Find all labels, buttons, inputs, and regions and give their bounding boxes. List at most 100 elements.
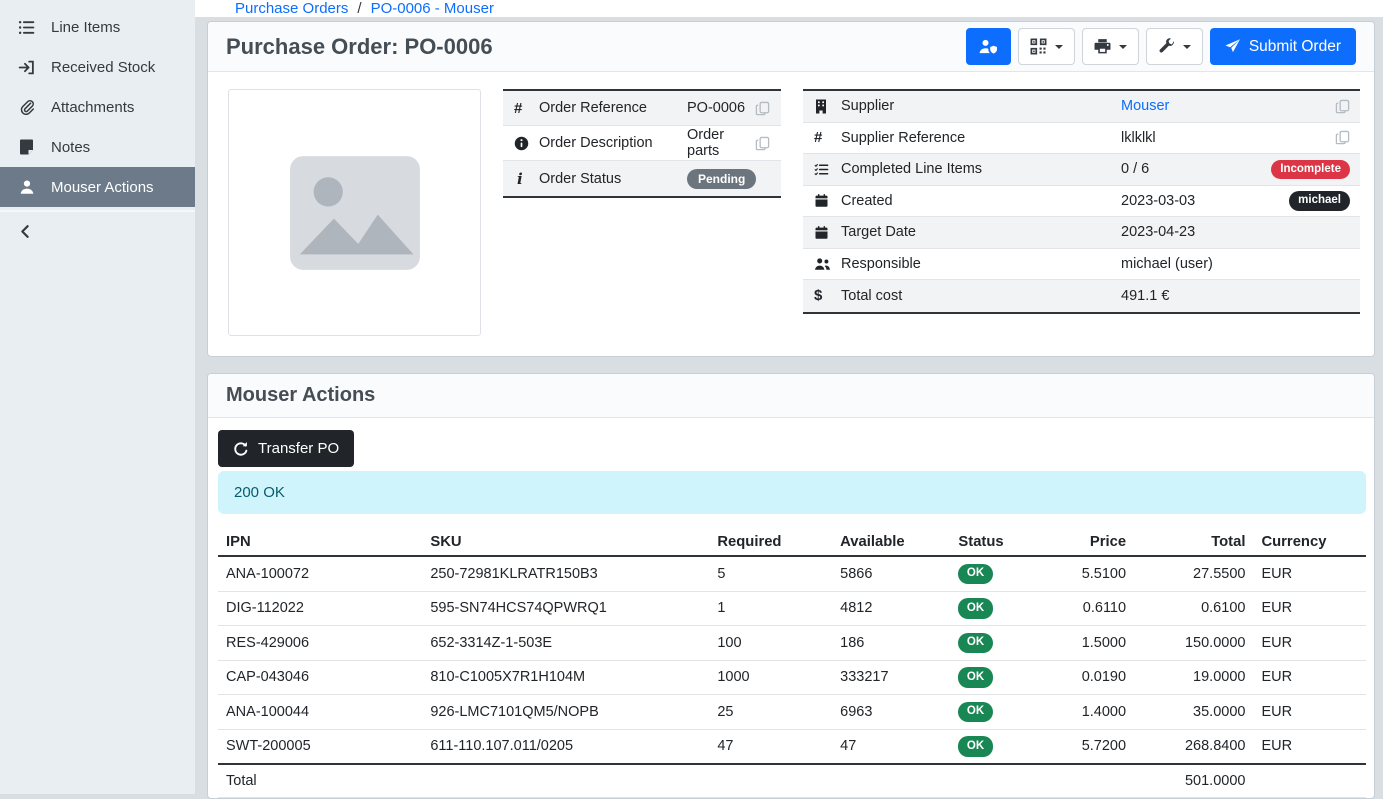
content: Purchase Order: PO-0006 — [195, 17, 1383, 799]
submit-order-button[interactable]: Submit Order — [1210, 28, 1356, 65]
cell-currency: EUR — [1253, 591, 1366, 626]
user-icon — [17, 179, 36, 195]
cell-price: 0.6110 — [1040, 591, 1134, 626]
col-currency: Currency — [1253, 529, 1366, 556]
detail-row-order-status: i Order Status Pending — [503, 161, 781, 196]
cell-required: 100 — [709, 626, 832, 661]
cell-required: 5 — [709, 556, 832, 591]
detail-value: PO-0006 — [687, 100, 755, 116]
cell-required: 1 — [709, 591, 832, 626]
detail-label: Created — [841, 193, 1121, 209]
status-alert: 200 OK — [218, 471, 1366, 514]
barcode-actions-button[interactable] — [1018, 28, 1075, 65]
mouser-actions-panel-header: Mouser Actions — [208, 374, 1374, 418]
col-status: Status — [950, 529, 1040, 556]
ok-badge: OK — [958, 667, 992, 688]
col-ipn: IPN — [218, 529, 422, 556]
detail-row-target-date: Target Date 2023-04-23 — [803, 217, 1360, 249]
cell-currency: EUR — [1253, 695, 1366, 730]
order-options-button[interactable] — [1146, 28, 1203, 65]
status-badge: Pending — [687, 169, 756, 189]
cell-sku: 926-LMC7101QM5/NOPB — [422, 695, 709, 730]
breadcrumb: Purchase Orders / PO-0006 - Mouser — [195, 0, 1383, 17]
detail-value: Mouser — [1121, 98, 1335, 114]
order-details: # Order Reference PO-0006 Order Descri — [208, 72, 1374, 356]
copy-icon[interactable] — [755, 136, 781, 151]
building-icon — [803, 99, 828, 114]
image-placeholder-icon — [286, 152, 424, 274]
copy-icon[interactable] — [1335, 99, 1360, 114]
table-row: ANA-100044 926-LMC7101QM5/NOPB 25 6963 O… — [218, 695, 1366, 730]
table-header-row: IPN SKU Required Available Status Price … — [218, 529, 1366, 556]
cell-total: 0.6100 — [1134, 591, 1253, 626]
cell-ipn: ANA-100044 — [218, 695, 422, 730]
tools-icon — [1158, 38, 1175, 55]
detail-row-total-cost: $ Total cost 491.1 € — [803, 280, 1360, 312]
info-circle-icon — [503, 136, 529, 151]
transfer-po-label: Transfer PO — [258, 440, 339, 457]
detail-label: Target Date — [841, 224, 1121, 240]
note-icon — [17, 139, 36, 155]
cell-currency: EUR — [1253, 729, 1366, 764]
mouser-actions-body: Transfer PO 200 OK IPN SKU Required — [208, 418, 1374, 798]
part-thumbnail-placeholder — [228, 89, 481, 336]
cell-required: 1000 — [709, 660, 832, 695]
detail-row-order-reference: # Order Reference PO-0006 — [503, 91, 781, 126]
detail-value: Pending — [687, 169, 756, 189]
detail-value: 491.1 € — [1121, 288, 1360, 304]
qrcode-icon — [1030, 38, 1047, 55]
sidebar-item-label: Mouser Actions — [51, 179, 154, 196]
supplier-link[interactable]: Mouser — [1121, 98, 1169, 114]
copy-icon[interactable] — [1335, 130, 1360, 145]
cell-ipn: RES-429006 — [218, 626, 422, 661]
sidebar-item-received-stock[interactable]: Received Stock — [0, 47, 195, 87]
cell-total: 35.0000 — [1134, 695, 1253, 730]
detail-row-supplier-reference: # Supplier Reference lklklkl — [803, 123, 1360, 155]
cell-total: 27.5500 — [1134, 556, 1253, 591]
user-roles-button[interactable] — [966, 28, 1011, 65]
sidebar-collapse-button[interactable] — [0, 210, 195, 250]
cell-sku: 611-110.107.011/0205 — [422, 729, 709, 764]
cell-available: 47 — [832, 729, 950, 764]
app: Line Items Received Stock Attachments No… — [0, 0, 1383, 794]
sidebar-item-line-items[interactable]: Line Items — [0, 7, 195, 47]
breadcrumb-link-current[interactable]: PO-0006 - Mouser — [371, 0, 494, 17]
hash-icon: # — [503, 100, 522, 117]
dollar-icon: $ — [803, 287, 822, 304]
breadcrumb-link-purchase-orders[interactable]: Purchase Orders — [235, 0, 348, 17]
cell-price: 1.5000 — [1040, 626, 1134, 661]
sign-in-icon — [17, 59, 36, 76]
sidebar-item-label: Line Items — [51, 19, 120, 36]
col-available: Available — [832, 529, 950, 556]
mouser-actions-panel: Mouser Actions Transfer PO 200 OK — [207, 373, 1375, 799]
detail-label: Supplier Reference — [841, 130, 1121, 146]
paper-plane-icon — [1225, 39, 1240, 54]
cell-price: 5.7200 — [1040, 729, 1134, 764]
sidebar-item-attachments[interactable]: Attachments — [0, 87, 195, 127]
sidebar-item-label: Received Stock — [51, 59, 155, 76]
total-label: Total — [218, 764, 422, 798]
detail-value: 2023-03-03 — [1121, 193, 1289, 209]
cell-available: 333217 — [832, 660, 950, 695]
transfer-po-button[interactable]: Transfer PO — [218, 430, 354, 467]
cell-status: OK — [950, 729, 1040, 764]
ok-badge: OK — [958, 736, 992, 757]
print-actions-button[interactable] — [1082, 28, 1139, 65]
mouser-actions-title: Mouser Actions — [226, 384, 375, 407]
paperclip-icon — [17, 99, 36, 115]
breadcrumb-separator: / — [357, 0, 361, 17]
sidebar-item-label: Attachments — [51, 99, 134, 116]
ok-badge: OK — [958, 564, 992, 585]
caret-down-icon — [1183, 45, 1191, 49]
cell-price: 1.4000 — [1040, 695, 1134, 730]
sidebar-item-notes[interactable]: Notes — [0, 127, 195, 167]
chevron-left-icon — [17, 223, 34, 240]
sidebar-item-mouser-actions[interactable]: Mouser Actions — [0, 167, 195, 207]
copy-icon[interactable] — [755, 101, 781, 116]
detail-label: Completed Line Items — [841, 161, 1121, 177]
cell-sku: 652-3314Z-1-503E — [422, 626, 709, 661]
table-total-row: Total 501.0000 — [218, 764, 1366, 798]
cell-available: 186 — [832, 626, 950, 661]
cell-required: 47 — [709, 729, 832, 764]
order-info-table: # Order Reference PO-0006 Order Descri — [503, 89, 781, 198]
